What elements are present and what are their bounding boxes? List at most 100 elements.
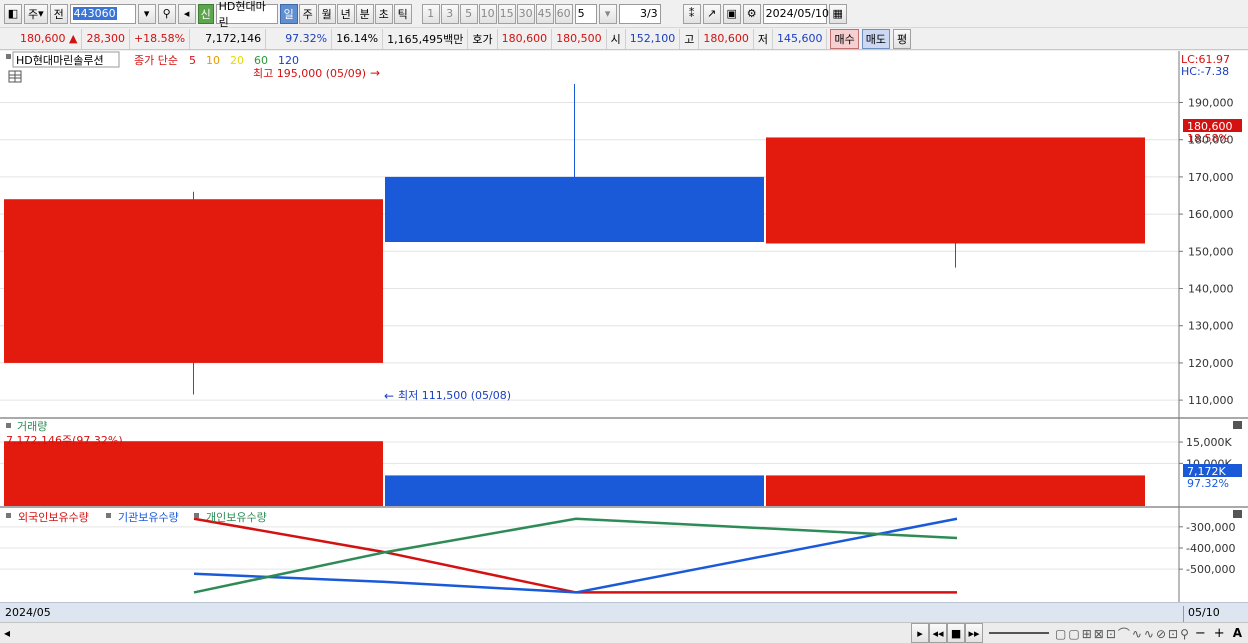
interval-tab-1[interactable]: 1 — [421, 3, 440, 24]
minimize-panel-icon[interactable] — [1233, 510, 1242, 518]
toolbar: ◧ 주 ▾ 전 443060 ▾ ⚲ ◂ 신 HD현대마린 일주월년분초틱 135… — [0, 0, 1248, 29]
zoom-out-icon[interactable]: − — [1195, 626, 1206, 641]
holding-series-0[interactable] — [193, 517, 957, 594]
candle-body[interactable] — [766, 137, 1145, 244]
low-label: 저 — [754, 28, 773, 49]
volume-panel-title[interactable]: 거래량 — [17, 420, 47, 433]
buy-button[interactable]: 매수 — [830, 28, 859, 49]
holding-legend-0[interactable]: 외국인보유수량 — [18, 511, 89, 524]
high-price: 180,600 — [699, 28, 754, 49]
period-tab-4[interactable]: 분 — [355, 3, 374, 24]
font-size-icon[interactable]: A — [1233, 626, 1242, 640]
high-label: 고 — [680, 28, 700, 49]
evaluate-button[interactable]: 평 — [892, 28, 912, 49]
panel-marker-icon — [6, 54, 11, 59]
y-axis-labels: 190,000180,000170,000160,000150,000140,0… — [1179, 96, 1235, 576]
window-menu-icon[interactable]: ◧ — [4, 3, 22, 24]
chart-area[interactable]: 190,000 180,000 170,000 160,000 150,000 140,0… — [0, 51, 1248, 623]
volume: 7,172,146 — [190, 28, 267, 49]
ma-period-20[interactable]: 20 — [230, 54, 244, 67]
holding-legend-2[interactable]: 개인보유수량 — [206, 511, 267, 524]
start-date: 2024/05 — [5, 606, 51, 619]
price-change: 28,300 — [82, 28, 130, 49]
interval-tab-5[interactable]: 5 — [459, 3, 478, 24]
stop-icon[interactable]: ■ — [947, 623, 966, 643]
period-tab-2[interactable]: 월 — [317, 3, 336, 24]
zoom-in-icon[interactable]: + — [1214, 626, 1225, 641]
period-tab-5[interactable]: 초 — [374, 3, 393, 24]
holding-tick-label: -300,000 — [1186, 521, 1235, 534]
new-listing-badge: 신 — [197, 3, 214, 24]
price-panel-title[interactable]: HD현대마린솔루션 — [16, 54, 104, 67]
panel-marker-icon — [6, 423, 11, 428]
candle-body[interactable] — [385, 176, 764, 242]
stock-name-field: HD현대마린 — [215, 0, 278, 29]
volume-bar[interactable] — [4, 441, 383, 506]
market-select[interactable]: 주 ▾ — [24, 3, 48, 24]
bid-label: 호가 — [468, 28, 498, 49]
right-arrow-icon: → — [370, 66, 380, 80]
open-price: 152,100 — [626, 28, 681, 49]
save-icon[interactable]: ▣ — [722, 3, 741, 24]
period-tab-1[interactable]: 주 — [298, 3, 317, 24]
candles — [4, 83, 1145, 395]
ma-label: 종가 단순 — [134, 54, 178, 67]
holding-legend-1[interactable]: 기관보유수량 — [118, 511, 179, 524]
speaker-icon[interactable]: ◂ — [177, 3, 196, 24]
quote-bar: 180,600 ▲ 28,300 +18.58% 7,172,146 97.32… — [0, 28, 1248, 50]
draw-tool-icon[interactable]: ↗ — [702, 3, 721, 24]
chart-tool-icon[interactable]: ⁑ — [682, 3, 701, 24]
interval-tab-45[interactable]: 45 — [535, 3, 554, 24]
date-input[interactable]: 2024/05/10 — [762, 3, 829, 24]
minimize-panel-icon[interactable] — [1233, 421, 1242, 429]
code-dropdown-icon[interactable]: ▾ — [137, 3, 156, 24]
prev-button[interactable]: 전 — [49, 3, 68, 24]
volume-bar[interactable] — [766, 475, 1145, 506]
period-tab-6[interactable]: 틱 — [393, 3, 412, 24]
price-tick-label: 150,000 — [1188, 245, 1234, 258]
search-icon[interactable]: ⚲ — [157, 3, 176, 24]
panel-marker-icon — [106, 513, 111, 518]
ma-period-10[interactable]: 10 — [206, 54, 220, 67]
interval-tab-3[interactable]: 3 — [440, 3, 459, 24]
zoom-slider[interactable] — [989, 632, 1050, 634]
play-icon[interactable]: ▸ — [911, 623, 930, 643]
scroll-left-icon[interactable]: ◂ — [4, 626, 10, 640]
open-label: 시 — [607, 28, 626, 49]
change-percent: +18.58% — [130, 28, 191, 49]
fast-forward-icon[interactable]: ▸▸ — [965, 623, 984, 643]
holding-series-1[interactable] — [193, 517, 958, 594]
period-tab-3[interactable]: 년 — [336, 3, 355, 24]
holding-tick-label: -500,000 — [1186, 563, 1235, 576]
panel-marker-icon — [194, 513, 199, 518]
chart-svg[interactable]: 190,000180,000170,000160,000150,000140,0… — [0, 51, 1248, 623]
interval-tab-10[interactable]: 10 — [478, 3, 497, 24]
count-input[interactable]: 5 — [574, 3, 597, 24]
interval-tabs: 1 3 5 10 15 30 45 60 — [421, 3, 573, 24]
sell-button[interactable]: 매도 — [861, 28, 890, 49]
volume-bar[interactable] — [385, 475, 764, 506]
candle-body[interactable] — [4, 199, 383, 363]
ma-period-60[interactable]: 60 — [254, 54, 268, 67]
interval-tab-15[interactable]: 15 — [497, 3, 516, 24]
price-tick-label: 110,000 — [1188, 394, 1234, 407]
interval-tab-60[interactable]: 60 — [554, 3, 573, 24]
code-input[interactable]: 443060 — [69, 3, 136, 24]
high-annotation: 최고 195,000 (05/09) — [253, 67, 366, 80]
volume-pct-tag: 97.32% — [1187, 477, 1229, 490]
interval-tab-30[interactable]: 30 — [516, 3, 535, 24]
ma-period-5[interactable]: 5 — [189, 54, 196, 67]
count-dropdown-icon[interactable]: ▾ — [598, 3, 617, 24]
control-bar: ◂ ▸ ◂◂ ■ ▸▸ ▢▢⊞⊠⊡⌒∿∿⊘⊡⚲ − + A — [0, 622, 1248, 643]
trade-amount: 1,165,495백만 — [383, 28, 469, 49]
rewind-icon[interactable]: ◂◂ — [929, 623, 948, 643]
chevron-down-icon: ▾ — [38, 7, 44, 20]
ma-period-120[interactable]: 120 — [278, 54, 299, 67]
holding-series-2[interactable] — [193, 517, 958, 594]
turnover: 16.14% — [332, 28, 384, 49]
gear-icon[interactable]: ⚙ — [742, 3, 761, 24]
drawing-tools-icon[interactable]: ▢▢⊞⊠⊡⌒∿∿⊘⊡⚲ — [1055, 625, 1191, 642]
period-tab-0[interactable]: 일 — [279, 3, 298, 24]
ma-legend: 5 10 20 60 120 — [189, 54, 299, 67]
calendar-icon[interactable]: ▦ — [828, 3, 847, 24]
